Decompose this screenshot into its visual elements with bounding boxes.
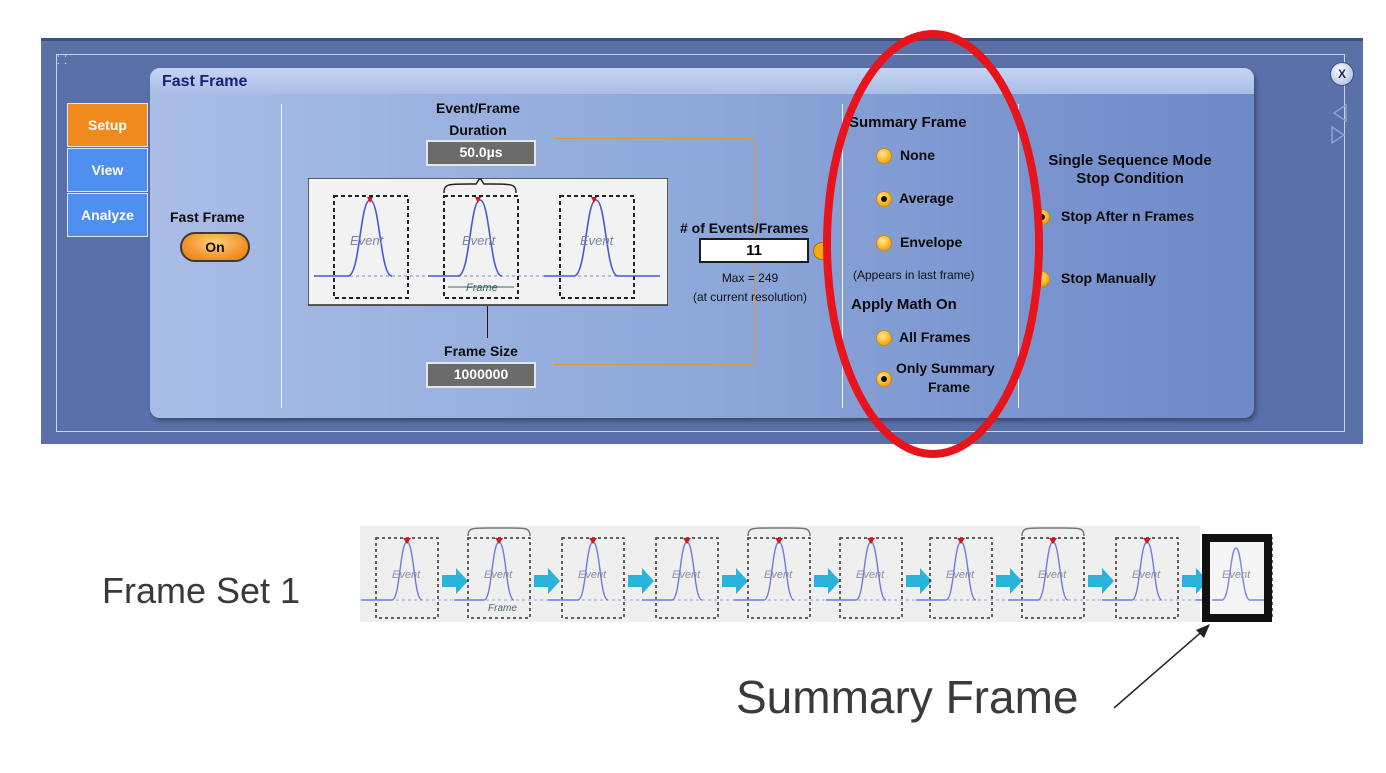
frame-label: Frame: [466, 282, 498, 294]
frame-set-label: Frame Set 1: [102, 570, 301, 611]
panel-title: Fast Frame: [162, 73, 248, 90]
stop-manually-label: Stop Manually: [1061, 270, 1156, 286]
event-label: Event: [392, 569, 421, 581]
event-label: Event: [764, 569, 793, 581]
event-label: Event: [1038, 569, 1067, 581]
fast-frame-label: Fast Frame: [170, 209, 245, 225]
connector-line: [554, 364, 754, 365]
panel-header: Fast Frame: [150, 68, 1254, 94]
diagram-stem: [487, 306, 488, 338]
tab-analyze[interactable]: Analyze: [67, 193, 148, 237]
tab-view[interactable]: View: [67, 148, 148, 192]
frame-set-strip: Event Event Event Event Event Event Event Event…: [360, 526, 1273, 622]
pointer-arrow-icon: [1113, 624, 1210, 709]
event-label: Event: [462, 233, 497, 248]
events-frames-input[interactable]: 11: [699, 238, 809, 263]
duration-label: Duration: [449, 122, 507, 138]
stop-after-n-label: Stop After n Frames: [1061, 208, 1195, 224]
events-note: (at current resolution): [692, 290, 808, 304]
connector-line: [554, 138, 754, 139]
fast-frame-dialog: ⸬ Setup View Analyze Fast Frame Fast Fra…: [41, 38, 1363, 444]
event-label: Event: [856, 569, 885, 581]
event-label: Event: [946, 569, 975, 581]
single-sequence-heading: Single Sequence Mode: [1048, 152, 1212, 169]
event-label: Event: [1132, 569, 1161, 581]
scroll-arrows-icon[interactable]: [1328, 103, 1352, 153]
close-button[interactable]: X: [1330, 62, 1354, 86]
event-label: Event: [578, 569, 607, 581]
highlight-ellipse: [823, 30, 1043, 458]
event-label: Event: [484, 569, 513, 581]
separator: [281, 104, 282, 408]
summary-frame-label: Summary Frame: [736, 671, 1079, 723]
event-label: Event: [672, 569, 701, 581]
stop-condition-heading: Stop Condition: [1076, 170, 1184, 187]
event-label: Event: [580, 233, 615, 248]
events-max: Max = 249: [721, 271, 779, 285]
duration-field[interactable]: 50.0µs: [426, 140, 536, 166]
drag-handle-icon[interactable]: ⸬: [57, 54, 67, 66]
fast-frame-on-button[interactable]: On: [180, 232, 250, 262]
frame-label: Frame: [488, 603, 517, 614]
tab-setup[interactable]: Setup: [67, 103, 148, 147]
fast-frame-panel: Fast Frame Fast Frame On Event/Frame Dur…: [150, 68, 1254, 418]
frame-size-label: Frame Size: [444, 343, 518, 359]
fast-frame-diagram: Frame Event Event Event: [308, 178, 668, 306]
frame-size-field[interactable]: 1000000: [426, 362, 536, 388]
event-label: Event: [1222, 569, 1251, 581]
event-label: Event: [350, 233, 385, 248]
event-frame-label: Event/Frame: [435, 100, 521, 116]
